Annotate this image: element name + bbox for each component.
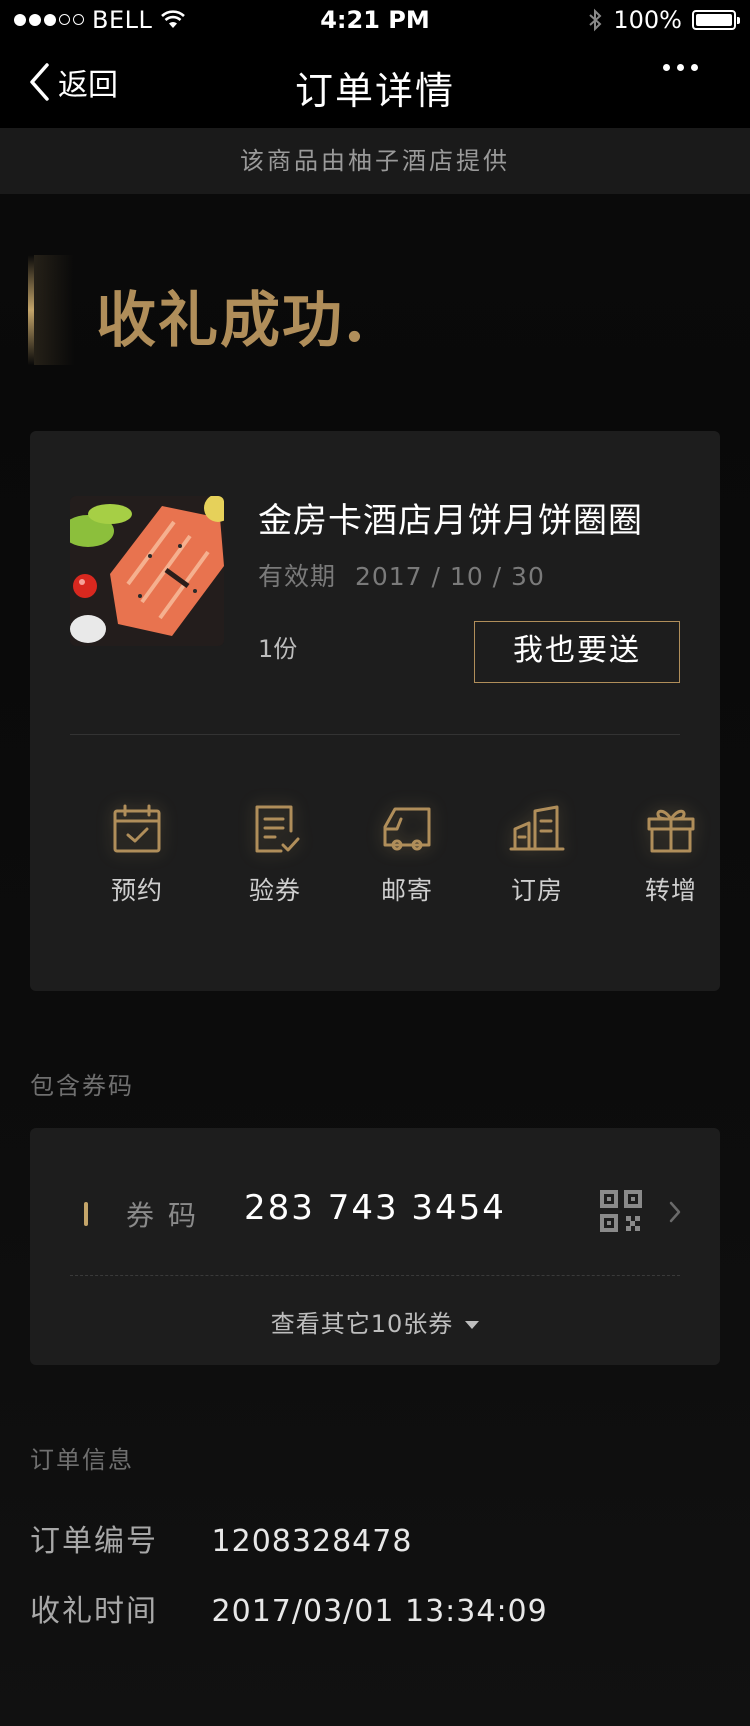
give-gift-button[interactable]: 我也要送 xyxy=(474,621,680,683)
order-number-label: 订单编号 xyxy=(30,1524,158,1559)
coupon-card: 券码 283 743 3454 查看其它10张券 xyxy=(30,1128,720,1365)
coupons-section-label: 包含券码 xyxy=(30,1072,134,1100)
battery-icon xyxy=(692,10,740,30)
validity: 有效期 2017 / 10 / 30 xyxy=(258,557,545,593)
action-label: 预约 xyxy=(110,876,163,905)
status-right: 100% xyxy=(587,6,740,34)
action-book-room[interactable]: 订房 xyxy=(482,801,592,907)
hero-title: 收礼成功. xyxy=(96,286,367,356)
order-info-section-label: 订单信息 xyxy=(30,1446,134,1474)
action-transfer-gift[interactable]: 转增 xyxy=(616,801,726,907)
product-name: 金房卡酒店月饼月饼圈圈 xyxy=(258,501,643,541)
hero-accent-glow xyxy=(34,255,74,365)
view-other-coupons[interactable]: 查看其它10张券 xyxy=(30,1304,720,1339)
status-bar: BELL 4:21 PM 100% xyxy=(0,0,750,40)
view-other-coupons-label: 查看其它10张券 xyxy=(270,1310,454,1338)
receive-time-label: 收礼时间 xyxy=(30,1594,158,1629)
bluetooth-icon xyxy=(589,8,602,32)
truck-icon xyxy=(383,807,431,851)
qr-code-icon[interactable] xyxy=(600,1190,642,1232)
action-reserve[interactable]: 预约 xyxy=(82,801,192,907)
gift-icon xyxy=(647,809,695,853)
coupon-marker xyxy=(84,1202,88,1226)
action-label: 验券 xyxy=(248,876,301,905)
page-title: 订单详情 xyxy=(294,69,455,113)
order-number-row: 订单编号 1208328478 xyxy=(30,1516,412,1560)
battery-percent: 100% xyxy=(613,6,682,34)
caret-down-icon xyxy=(465,1321,480,1329)
order-number-value: 1208328478 xyxy=(211,1524,413,1559)
action-row: 预约 验券 邮寄 订房 转增 xyxy=(30,801,720,951)
more-icon[interactable] xyxy=(663,64,698,71)
action-label: 订房 xyxy=(510,876,563,905)
coupon-code-label: 券码 xyxy=(126,1199,211,1232)
coupon-code: 283 743 3454 xyxy=(244,1188,506,1228)
building-icon xyxy=(509,805,565,851)
card-divider xyxy=(70,734,680,735)
coupon-divider xyxy=(70,1275,680,1276)
action-label: 转增 xyxy=(644,876,697,905)
product-card: 金房卡酒店月饼月饼圈圈 有效期 2017 / 10 / 30 1份 我也要送 预… xyxy=(30,431,720,991)
salmon-image xyxy=(70,496,224,646)
action-mail[interactable]: 邮寄 xyxy=(352,801,462,907)
action-verify[interactable]: 验券 xyxy=(220,801,330,907)
product-image xyxy=(70,496,224,646)
validity-label: 有效期 xyxy=(258,562,337,591)
chevron-right-icon[interactable] xyxy=(668,1200,682,1224)
receive-time-value: 2017/03/01 13:34:09 xyxy=(211,1594,548,1629)
nav-bar: 返回 订单详情 xyxy=(0,40,750,128)
document-check-icon xyxy=(255,805,300,853)
calendar-check-icon xyxy=(113,804,161,853)
action-label: 邮寄 xyxy=(380,876,433,905)
product-quantity: 1份 xyxy=(258,635,298,663)
receive-time-row: 收礼时间 2017/03/01 13:34:09 xyxy=(30,1586,548,1630)
provider-notice: 该商品由柚子酒店提供 xyxy=(0,128,750,194)
validity-date: 2017 / 10 / 30 xyxy=(354,562,545,591)
